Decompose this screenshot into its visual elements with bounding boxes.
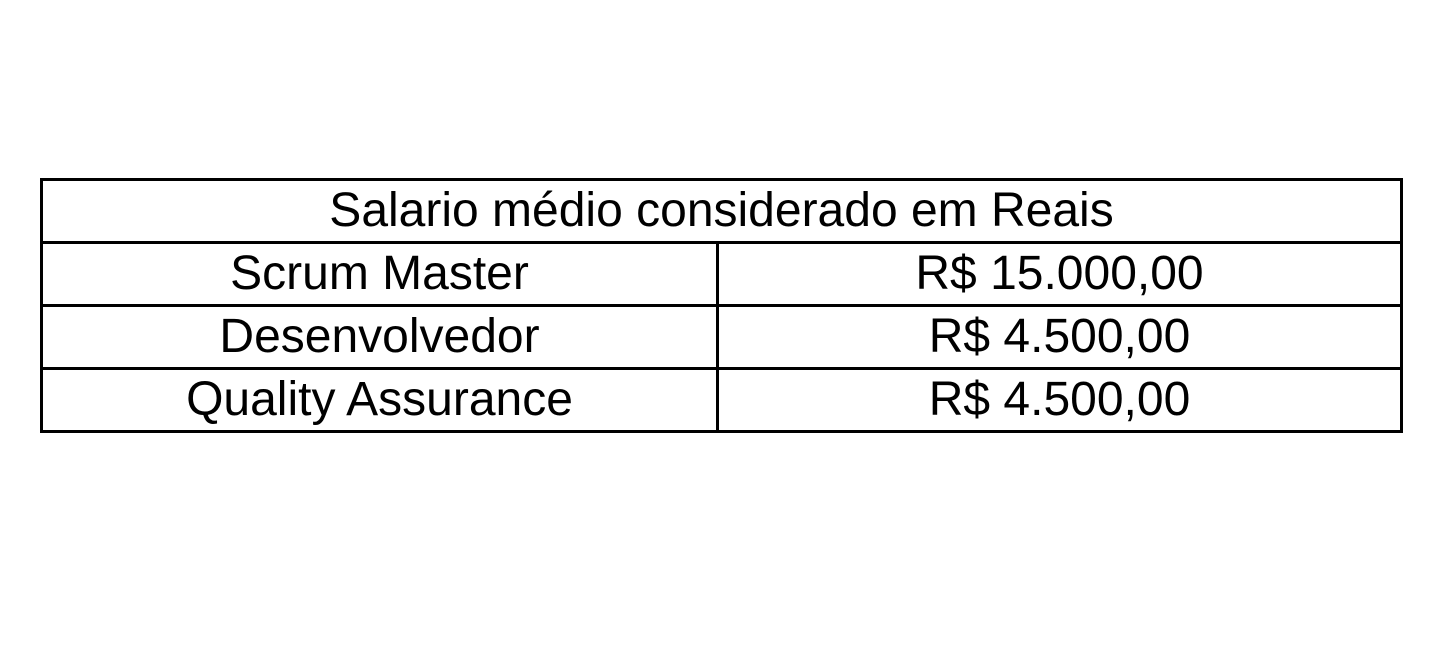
salary-table: Salario médio considerado em Reais Scrum…: [40, 178, 1403, 433]
role-cell: Quality Assurance: [40, 367, 719, 433]
table-header-row: Salario médio considerado em Reais: [40, 178, 1403, 244]
salary-cell: R$ 15.000,00: [716, 241, 1403, 307]
salary-cell: R$ 4.500,00: [716, 367, 1403, 433]
table-row: Quality Assurance R$ 4.500,00: [40, 367, 1403, 433]
role-cell: Scrum Master: [40, 241, 719, 307]
table-title: Salario médio considerado em Reais: [40, 178, 1403, 244]
table-row: Desenvolvedor R$ 4.500,00: [40, 304, 1403, 370]
role-cell: Desenvolvedor: [40, 304, 719, 370]
salary-cell: R$ 4.500,00: [716, 304, 1403, 370]
table-row: Scrum Master R$ 15.000,00: [40, 241, 1403, 307]
